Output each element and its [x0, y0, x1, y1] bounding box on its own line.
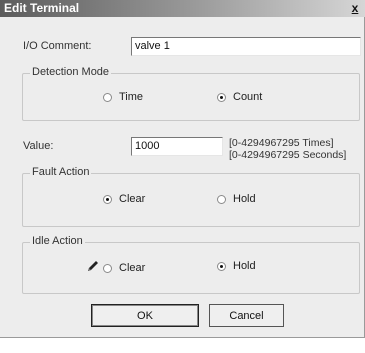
radio-fault-clear[interactable]	[103, 194, 112, 204]
window-title: Edit Terminal	[4, 1, 80, 15]
fault-action-group: Fault Action	[22, 166, 360, 227]
radio-time[interactable]	[103, 92, 112, 102]
edit-terminal-dialog: Edit Terminal x I/O Comment: valve 1 Det…	[0, 0, 365, 338]
idle-action-clear-radio[interactable]: Clear	[103, 262, 145, 274]
fault-action-clear-radio[interactable]: Clear	[103, 193, 145, 205]
idle-action-hold-radio[interactable]: Hold	[217, 260, 256, 272]
close-button[interactable]: x	[348, 1, 362, 15]
radio-count[interactable]	[217, 92, 226, 102]
detection-mode-count-radio[interactable]: Count	[217, 91, 262, 103]
idle-action-title: Idle Action	[30, 235, 85, 247]
ok-button[interactable]: OK	[91, 304, 199, 327]
io-comment-input[interactable]: valve 1	[131, 37, 361, 56]
radio-idle-clear[interactable]	[103, 263, 112, 273]
pencil-icon	[86, 259, 100, 276]
value-input[interactable]: 1000	[131, 137, 223, 156]
fault-action-hold-radio[interactable]: Hold	[217, 193, 256, 205]
idle-action-group: Idle Action	[22, 235, 360, 294]
detection-mode-group: Detection Mode	[22, 66, 360, 121]
radio-idle-clear-label: Clear	[119, 262, 146, 274]
radio-count-label: Count	[233, 91, 263, 103]
range-seconds-text: [0-4294967295 Seconds]	[229, 149, 347, 161]
radio-fault-hold[interactable]	[217, 194, 226, 204]
range-times-text: [0-4294967295 Times]	[229, 137, 334, 149]
radio-fault-clear-label: Clear	[119, 193, 146, 205]
cancel-button[interactable]: Cancel	[209, 304, 284, 327]
fault-action-title: Fault Action	[30, 166, 92, 178]
value-label: Value:	[23, 140, 54, 152]
radio-fault-hold-label: Hold	[233, 193, 256, 205]
title-bar[interactable]: Edit Terminal x	[0, 0, 365, 17]
radio-idle-hold[interactable]	[217, 261, 226, 271]
io-comment-label: I/O Comment:	[23, 40, 92, 52]
detection-mode-time-radio[interactable]: Time	[103, 91, 143, 103]
detection-mode-title: Detection Mode	[30, 66, 112, 78]
radio-time-label: Time	[119, 91, 144, 103]
radio-idle-hold-label: Hold	[233, 260, 256, 272]
